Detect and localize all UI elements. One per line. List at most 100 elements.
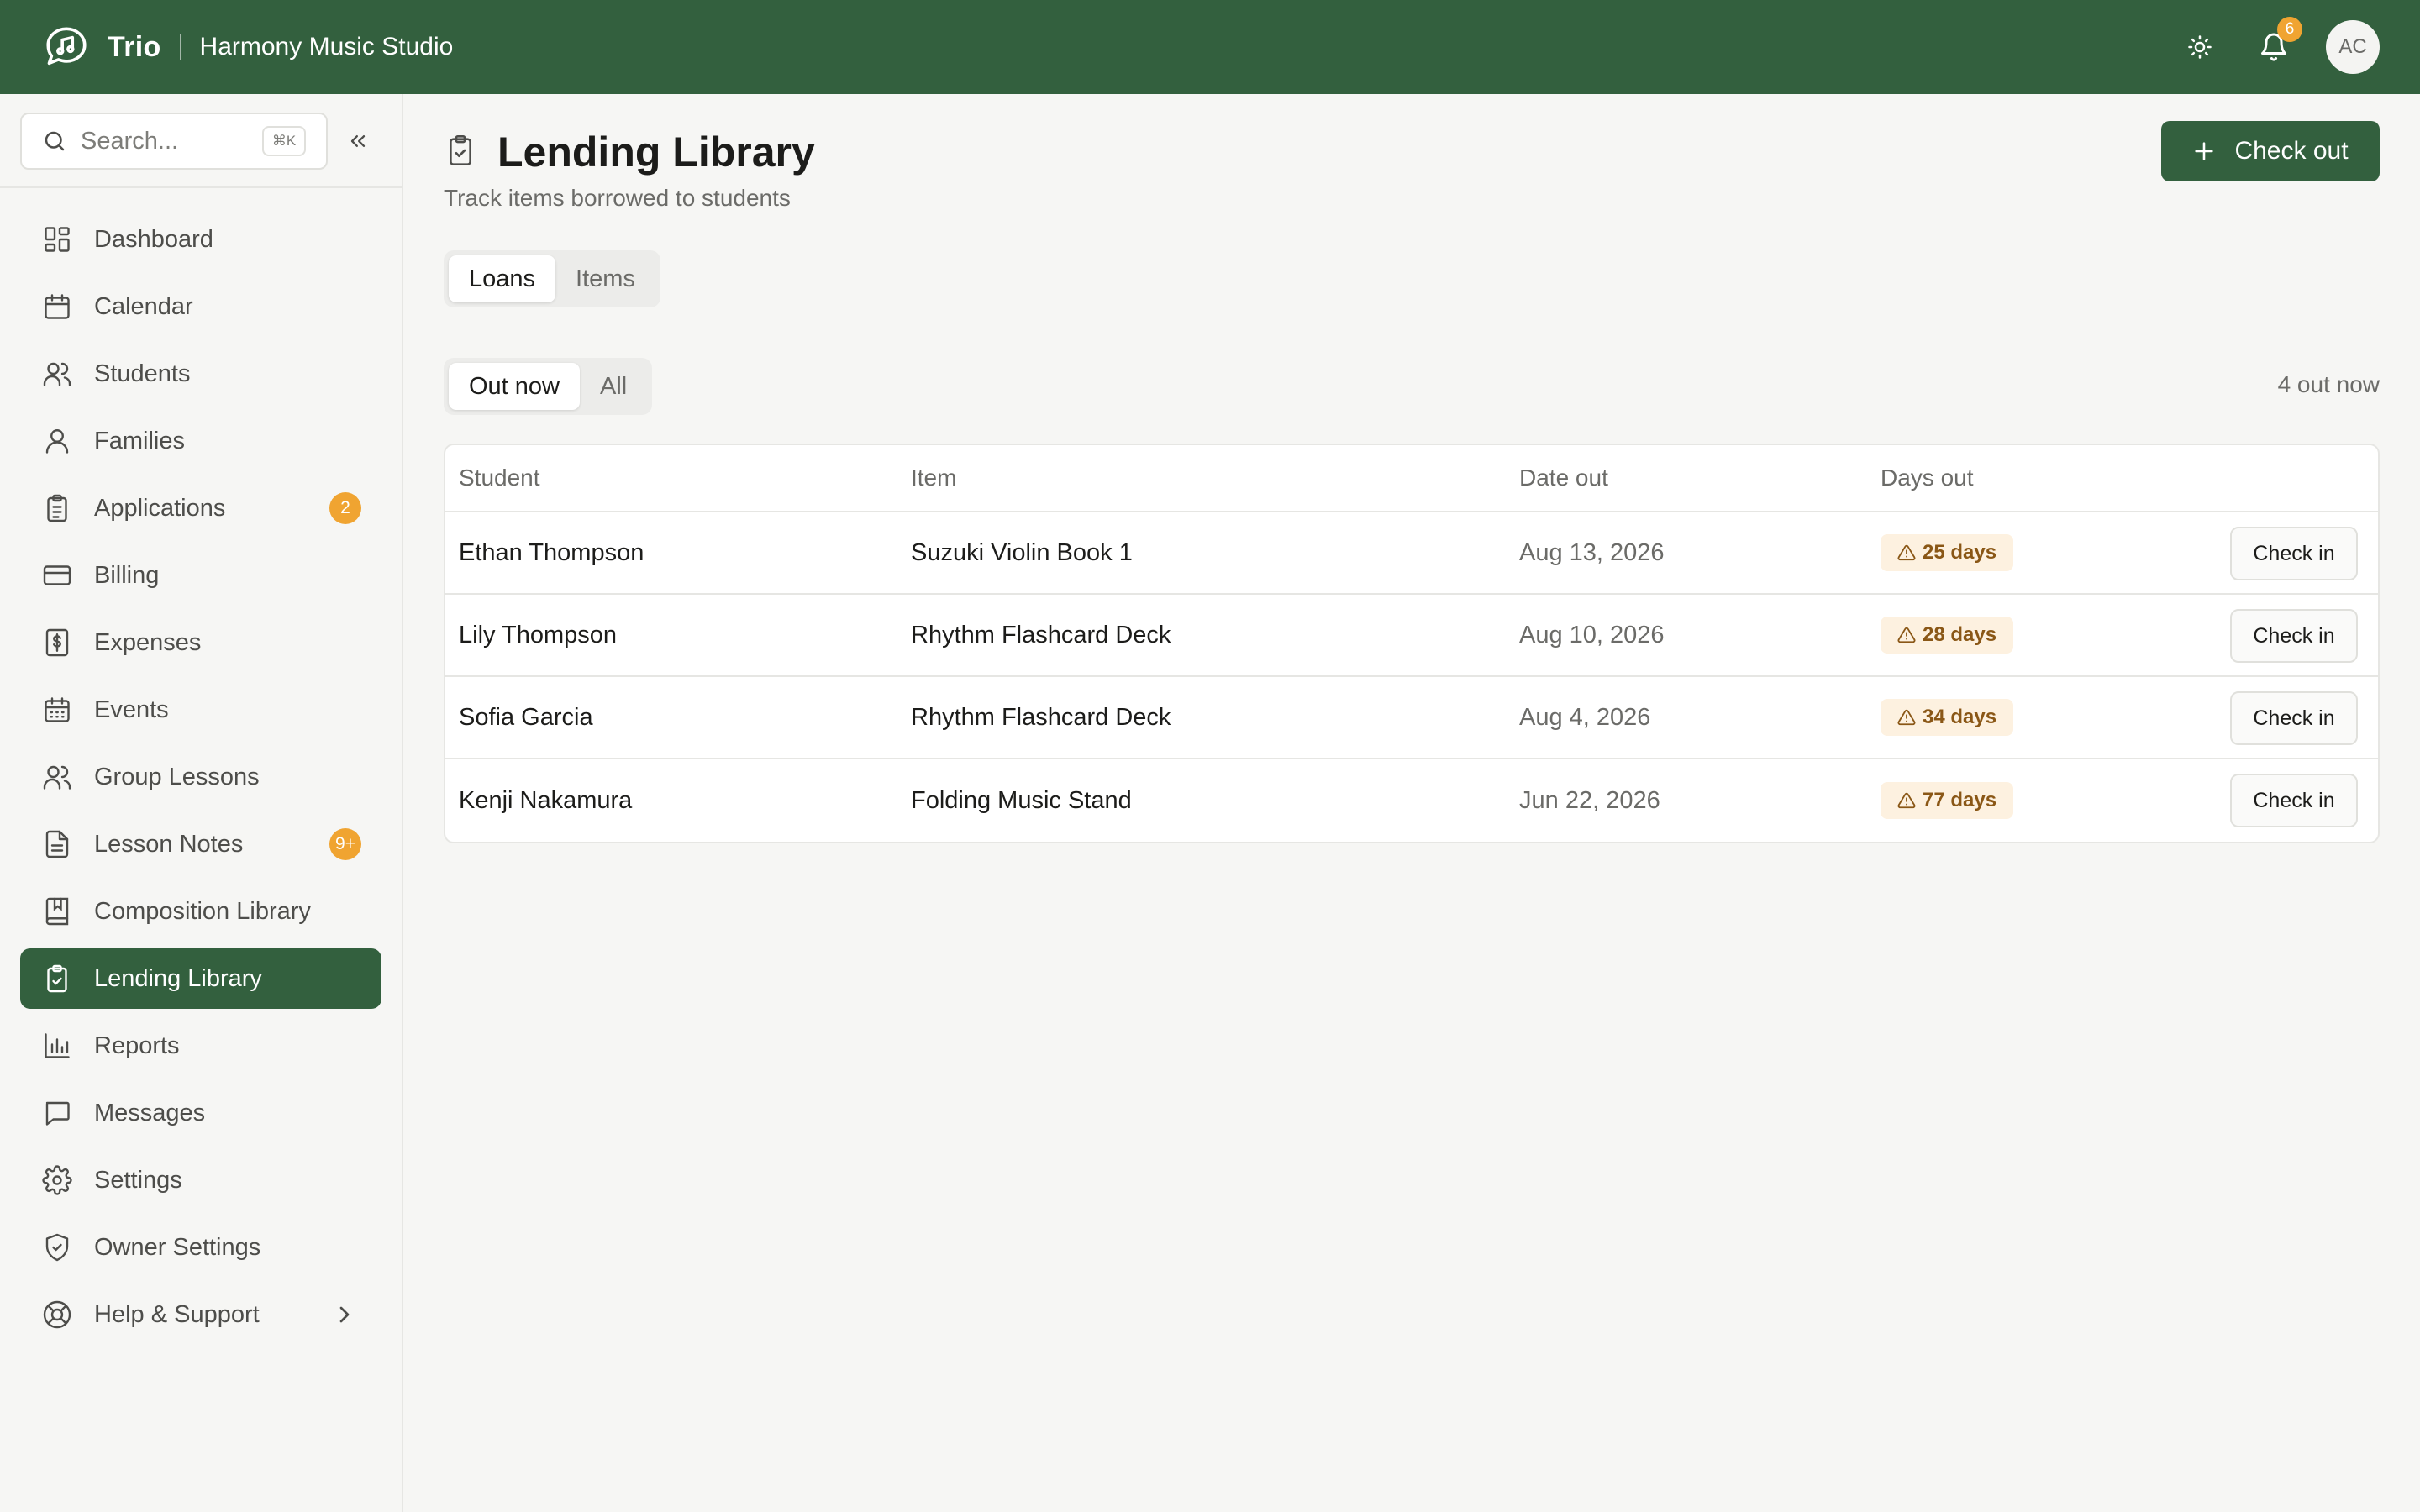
check-in-button[interactable]: Check in	[2230, 527, 2358, 580]
warning-triangle-icon	[1897, 709, 1916, 726]
view-tabs: Loans Items	[444, 250, 660, 307]
theme-toggle-sun-icon[interactable]	[2181, 29, 2218, 66]
studio-name: Harmony Music Studio	[199, 33, 454, 60]
message-icon	[40, 1096, 74, 1130]
sidebar-item-label: Dashboard	[94, 225, 213, 253]
sidebar-item-label: Lending Library	[94, 964, 262, 992]
sidebar-item-label: Calendar	[94, 292, 193, 320]
sidebar-item-applications[interactable]: Applications 2	[20, 478, 381, 538]
check-out-button[interactable]: Check out	[2161, 121, 2380, 181]
column-header-item[interactable]: Item	[911, 465, 956, 491]
check-in-button[interactable]: Check in	[2230, 609, 2358, 663]
chat-music-logo-icon	[42, 23, 91, 71]
gear-icon	[40, 1163, 74, 1197]
item-name: Rhythm Flashcard Deck	[911, 621, 1171, 648]
sidebar-item-group-lessons[interactable]: Group Lessons	[20, 747, 381, 807]
student-name: Sofia Garcia	[459, 703, 593, 731]
days-out-badge: 34 days	[1881, 699, 2014, 736]
column-header-student[interactable]: Student	[459, 465, 540, 491]
sidebar-item-label: Owner Settings	[94, 1233, 261, 1261]
tab-loans[interactable]: Loans	[449, 255, 556, 302]
warning-triangle-icon	[1897, 544, 1916, 561]
item-name: Rhythm Flashcard Deck	[911, 703, 1171, 731]
sidebar-item-label: Settings	[94, 1166, 182, 1194]
sidebar-item-calendar[interactable]: Calendar	[20, 276, 381, 337]
calendar-grid-icon	[40, 693, 74, 727]
document-icon	[40, 827, 74, 861]
page-subtitle: Track items borrowed to students	[444, 185, 791, 211]
column-header-days-out[interactable]: Days out	[1881, 465, 1974, 491]
search-placeholder: Search...	[81, 127, 179, 155]
sidebar-item-lending-library[interactable]: Lending Library	[20, 948, 381, 1009]
tab-items[interactable]: Items	[555, 255, 655, 302]
warning-triangle-icon	[1897, 627, 1916, 643]
student-name: Lily Thompson	[459, 621, 618, 648]
sidebar-item-settings[interactable]: Settings	[20, 1150, 381, 1210]
sidebar-item-label: Help & Support	[94, 1300, 260, 1328]
page-title: Lending Library	[497, 129, 815, 176]
app-name: Trio	[108, 30, 161, 63]
out-now-count: 4 out now	[2277, 371, 2380, 397]
sidebar-item-help-support[interactable]: Help & Support	[20, 1284, 381, 1345]
notifications-bell-icon[interactable]: 6	[2255, 17, 2302, 66]
days-out-badge: 25 days	[1881, 534, 2014, 571]
filter-out-now[interactable]: Out now	[449, 363, 580, 410]
sidebar: Search... ⌘K Dashboard Calendar Students…	[0, 94, 403, 1512]
lifebuoy-icon	[40, 1298, 74, 1331]
sidebar-item-families[interactable]: Families	[20, 411, 381, 471]
sidebar-item-reports[interactable]: Reports	[20, 1016, 381, 1076]
sidebar-nav: Dashboard Calendar Students Families App…	[20, 209, 381, 1352]
check-in-button[interactable]: Check in	[2230, 774, 2358, 827]
sidebar-item-owner-settings[interactable]: Owner Settings	[20, 1217, 381, 1278]
collapse-sidebar-chevrons-icon[interactable]	[341, 124, 375, 158]
date-out: Aug 13, 2026	[1519, 538, 1665, 566]
table-row: Ethan Thompson Suzuki Violin Book 1 Aug …	[445, 512, 2378, 595]
sidebar-item-dashboard[interactable]: Dashboard	[20, 209, 381, 270]
sidebar-item-label: Events	[94, 696, 169, 723]
dashboard-icon	[40, 223, 74, 256]
check-in-button[interactable]: Check in	[2230, 691, 2358, 745]
days-out-value: 77 days	[1923, 789, 1997, 811]
student-name: Kenji Nakamura	[459, 786, 633, 814]
sidebar-item-expenses[interactable]: Expenses	[20, 612, 381, 673]
brand[interactable]: Trio Harmony Music Studio	[42, 23, 453, 71]
sidebar-item-composition-library[interactable]: Composition Library	[20, 881, 381, 942]
brand-divider	[179, 34, 182, 60]
bar-chart-icon	[40, 1029, 74, 1063]
search-input[interactable]: Search... ⌘K	[20, 113, 328, 170]
column-header-date-out[interactable]: Date out	[1519, 465, 1608, 491]
user-avatar[interactable]: AC	[2326, 20, 2380, 74]
days-out-value: 28 days	[1923, 623, 1997, 646]
loans-table: Student Item Date out Days out Ethan Tho…	[444, 444, 2380, 843]
date-out: Jun 22, 2026	[1519, 786, 1660, 814]
item-name: Suzuki Violin Book 1	[911, 538, 1133, 566]
sidebar-item-messages[interactable]: Messages	[20, 1083, 381, 1143]
sidebar-item-billing[interactable]: Billing	[20, 545, 381, 606]
user-icon	[40, 424, 74, 458]
item-name: Folding Music Stand	[911, 786, 1132, 814]
credit-card-icon	[40, 559, 74, 592]
date-out: Aug 4, 2026	[1519, 703, 1651, 731]
check-out-label: Check out	[2234, 137, 2349, 165]
table-row: Sofia Garcia Rhythm Flashcard Deck Aug 4…	[445, 677, 2378, 759]
sidebar-item-events[interactable]: Events	[20, 680, 381, 740]
search-icon	[42, 129, 67, 154]
warning-triangle-icon	[1897, 792, 1916, 809]
sidebar-item-label: Students	[94, 360, 191, 387]
sidebar-item-students[interactable]: Students	[20, 344, 381, 404]
notification-count-badge: 6	[2277, 17, 2302, 42]
shield-icon	[40, 1231, 74, 1264]
filter-all[interactable]: All	[580, 363, 647, 410]
sidebar-item-label: Families	[94, 427, 185, 454]
applications-count-badge: 2	[329, 492, 361, 524]
clipboard-check-icon	[444, 134, 481, 171]
lesson-notes-count-badge: 9+	[329, 828, 361, 860]
days-out-value: 25 days	[1923, 541, 1997, 564]
days-out-value: 34 days	[1923, 706, 1997, 728]
sidebar-item-lesson-notes[interactable]: Lesson Notes 9+	[20, 814, 381, 874]
search-shortcut-hint: ⌘K	[262, 126, 306, 156]
table-row: Kenji Nakamura Folding Music Stand Jun 2…	[445, 759, 2378, 842]
sidebar-item-label: Applications	[94, 494, 226, 522]
main-content: Lending Library Track items borrowed to …	[405, 94, 2420, 1512]
users-icon	[40, 357, 74, 391]
